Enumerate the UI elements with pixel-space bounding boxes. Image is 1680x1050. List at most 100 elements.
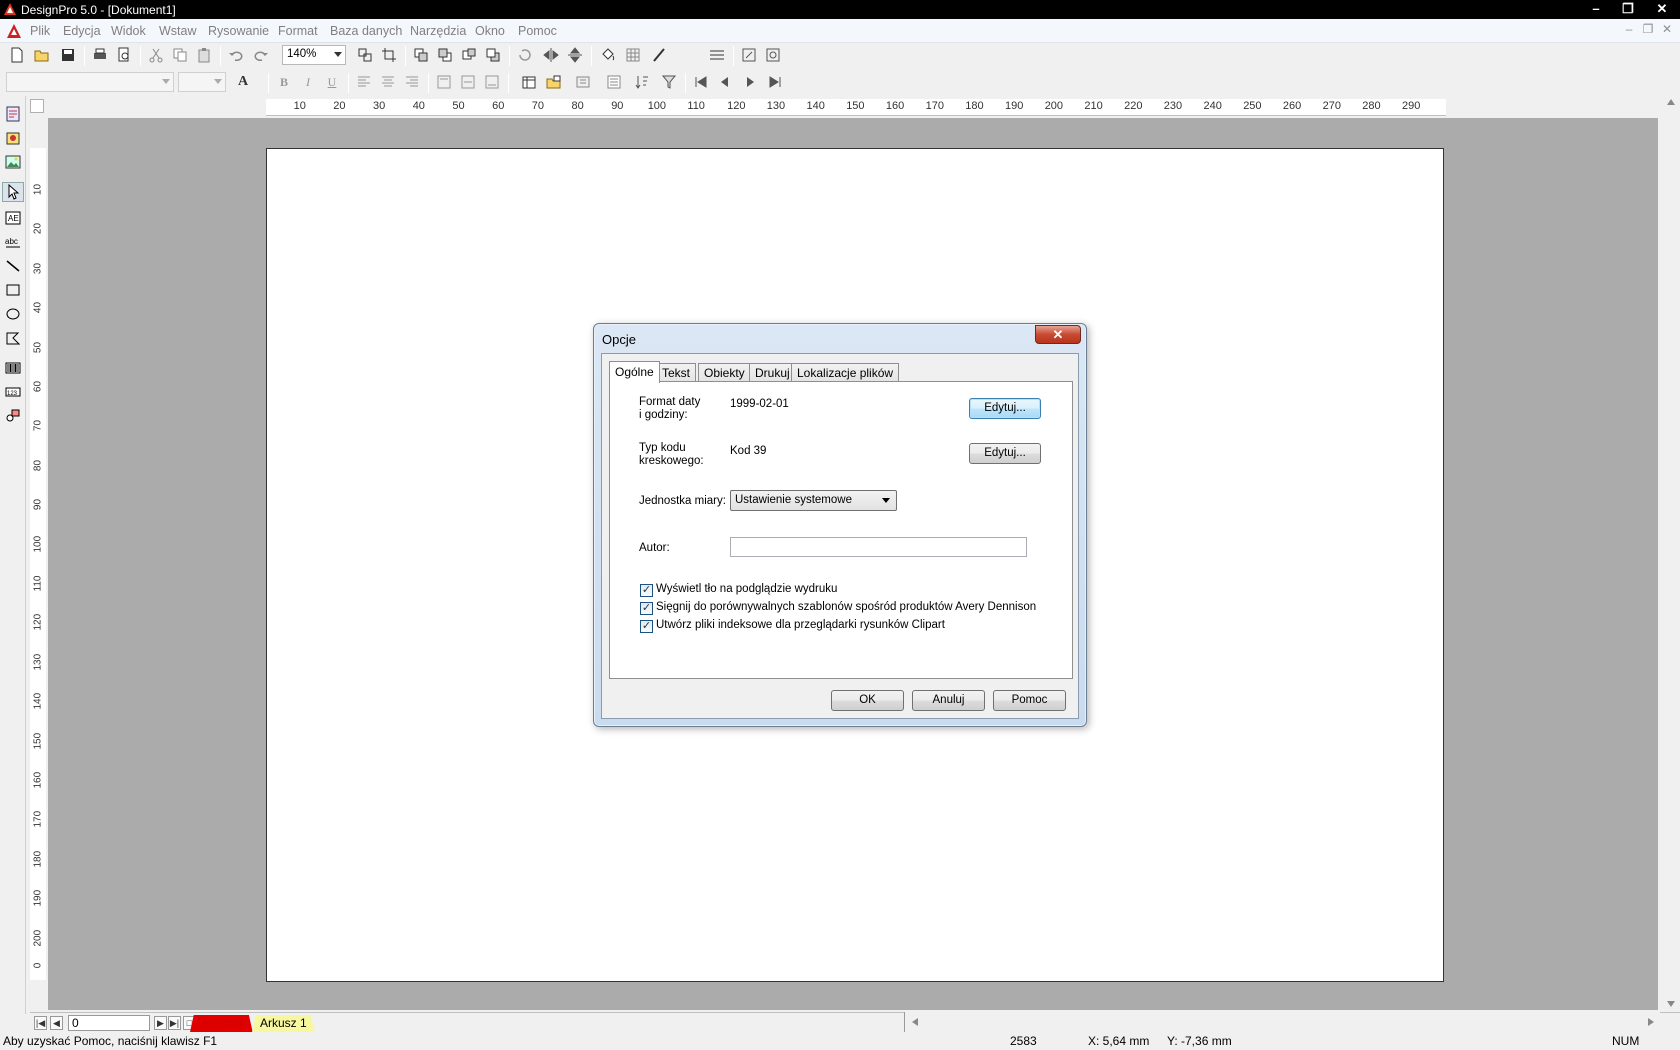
help-button[interactable]: Pomoc <box>993 690 1066 711</box>
edit-barcode-button[interactable]: Edytuj... <box>969 443 1041 464</box>
underline-icon[interactable]: U <box>321 71 343 93</box>
text-frame-icon[interactable]: AE <box>2 208 24 228</box>
dialog-close-button[interactable]: ✕ <box>1035 325 1081 344</box>
zoom-select[interactable]: 140% <box>282 45 346 65</box>
rotate-icon[interactable] <box>514 44 536 66</box>
paste-icon[interactable] <box>193 44 215 66</box>
scroll-down-icon[interactable] <box>1666 1000 1676 1008</box>
flip-horizontal-icon[interactable] <box>540 44 562 66</box>
backward-icon[interactable] <box>482 44 504 66</box>
restore-button[interactable]: ❐ <box>1612 0 1644 19</box>
open-database-icon[interactable] <box>543 71 565 93</box>
align-top-icon[interactable] <box>433 71 455 93</box>
group-icon[interactable] <box>354 44 376 66</box>
horizontal-scrollbar[interactable] <box>904 1012 1660 1032</box>
checkbox-clipart-index[interactable]: ✓ <box>640 620 653 633</box>
new-icon[interactable] <box>6 44 28 66</box>
merge-icon[interactable] <box>572 71 594 93</box>
sheet-tab-wzorzec[interactable]: Wzorzec <box>190 1015 253 1032</box>
first-page-icon[interactable]: |◀ <box>34 1016 47 1030</box>
last-record-icon[interactable] <box>764 71 786 93</box>
align-center-icon[interactable] <box>377 71 399 93</box>
text-color-icon[interactable]: A <box>232 71 254 93</box>
italic-icon[interactable]: I <box>297 71 319 93</box>
next-record-icon[interactable] <box>739 71 761 93</box>
tab-ogolne[interactable]: Ogólne <box>609 361 660 383</box>
menu-widok[interactable]: Widok <box>111 24 146 38</box>
menu-pomoc[interactable]: Pomoc <box>518 24 557 38</box>
tab-lokalizacje-plikow[interactable]: Lokalizacje plików <box>791 363 900 382</box>
text-tool-icon[interactable]: abc <box>2 232 24 252</box>
checkbox-avery-templates[interactable]: ✓ <box>640 602 653 615</box>
align-middle-icon[interactable] <box>457 71 479 93</box>
select-arrow-icon[interactable] <box>2 182 24 202</box>
tab-drukuj[interactable]: Drukuj <box>749 363 796 382</box>
numbering-tool-icon[interactable]: 123 <box>2 382 24 402</box>
scroll-right-icon[interactable] <box>1647 1017 1655 1027</box>
crop-icon[interactable] <box>378 44 400 66</box>
properties-icon[interactable] <box>762 44 784 66</box>
unit-select[interactable]: Ustawienie systemowe <box>730 490 897 511</box>
open-icon[interactable] <box>31 44 53 66</box>
mdi-close-button[interactable]: ✕ <box>1658 22 1676 39</box>
redo-icon[interactable] <box>250 44 272 66</box>
menu-narzedzia[interactable]: Narzędzia <box>410 24 466 38</box>
menu-edycja[interactable]: Edycja <box>63 24 101 38</box>
barcode-tool-icon[interactable] <box>2 358 24 378</box>
menu-baza-danych[interactable]: Baza danych <box>330 24 402 38</box>
image-icon[interactable] <box>2 152 24 172</box>
resize-icon[interactable] <box>738 44 760 66</box>
close-window-button[interactable]: ✕ <box>1646 0 1678 19</box>
clipart-icon[interactable] <box>2 128 24 148</box>
first-record-icon[interactable] <box>690 71 712 93</box>
author-input[interactable] <box>730 537 1027 557</box>
line-style-icon[interactable] <box>706 44 728 66</box>
font-size-select[interactable] <box>178 72 226 92</box>
next-page-icon[interactable]: ▶ <box>154 1016 167 1030</box>
polygon-tool-icon[interactable] <box>2 328 24 348</box>
mdi-minimize-button[interactable]: – <box>1620 22 1638 39</box>
menu-wstaw[interactable]: Wstaw <box>159 24 197 38</box>
print-icon[interactable] <box>89 44 111 66</box>
sheet-tab-arkusz-1[interactable]: Arkusz 1 <box>252 1015 315 1032</box>
ellipse-tool-icon[interactable] <box>2 304 24 324</box>
rectangle-tool-icon[interactable] <box>2 280 24 300</box>
align-left-icon[interactable] <box>353 71 375 93</box>
tab-obiekty[interactable]: Obiekty <box>698 363 751 382</box>
vertical-scrollbar[interactable] <box>1662 96 1680 1012</box>
document-icon[interactable] <box>6 23 22 39</box>
records-icon[interactable] <box>603 71 625 93</box>
menu-plik[interactable]: Plik <box>30 24 50 38</box>
checkbox-show-background[interactable]: ✓ <box>640 584 653 597</box>
tab-tekst[interactable]: Tekst <box>656 363 697 382</box>
menu-rysowanie[interactable]: Rysowanie <box>208 24 269 38</box>
cancel-button[interactable]: Anuluj <box>912 690 985 711</box>
cut-icon[interactable] <box>145 44 167 66</box>
previous-record-icon[interactable] <box>714 71 736 93</box>
sort-icon[interactable] <box>631 71 653 93</box>
copy-icon[interactable] <box>169 44 191 66</box>
pattern-icon[interactable] <box>622 44 644 66</box>
align-bottom-icon[interactable] <box>481 71 503 93</box>
fill-color-icon[interactable] <box>597 44 619 66</box>
flip-vertical-icon[interactable] <box>564 44 586 66</box>
scroll-left-icon[interactable] <box>911 1017 919 1027</box>
align-right-icon[interactable] <box>401 71 423 93</box>
send-back-icon[interactable] <box>434 44 456 66</box>
print-preview-icon[interactable] <box>113 44 135 66</box>
filter-icon[interactable] <box>658 71 680 93</box>
undo-icon[interactable] <box>225 44 247 66</box>
font-name-select[interactable] <box>6 72 174 92</box>
bold-icon[interactable]: B <box>273 71 295 93</box>
edit-date-format-button[interactable]: Edytuj... <box>969 398 1041 419</box>
line-color-icon[interactable] <box>648 44 670 66</box>
shapes-tool-icon[interactable] <box>2 406 24 426</box>
scroll-up-icon[interactable] <box>1666 98 1676 106</box>
minimize-button[interactable]: – <box>1580 0 1612 19</box>
database-icon[interactable] <box>518 71 540 93</box>
menu-okno[interactable]: Okno <box>475 24 505 38</box>
last-page-icon[interactable]: ▶| <box>168 1016 181 1030</box>
mdi-restore-button[interactable]: ❐ <box>1639 22 1657 39</box>
template-icon[interactable] <box>2 104 24 124</box>
page-number-field[interactable]: 0 <box>68 1015 150 1031</box>
